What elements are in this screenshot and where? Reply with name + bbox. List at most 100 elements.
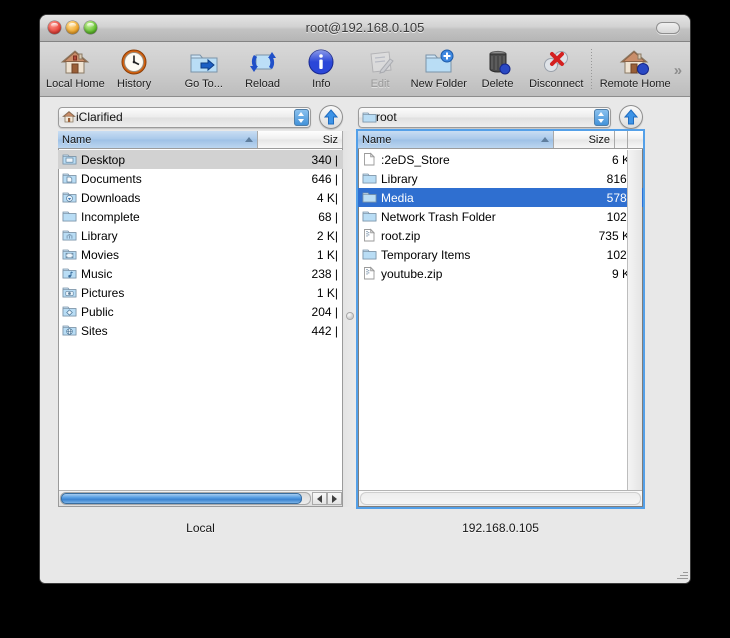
toolbar-info-button[interactable]: Info [292,45,351,90]
table-row[interactable]: Sites 442 | [58,321,343,340]
file-name-cell: Incomplete [58,209,262,224]
file-size-label: 68 | [318,209,338,224]
scrollbar-thumb[interactable] [61,493,302,504]
home-icon [62,110,76,124]
local-path-stepper[interactable] [294,108,309,126]
column-header-size[interactable]: Siz [258,131,343,148]
table-row[interactable]: Public 204 | [58,302,343,321]
file-name-label: Temporary Items [381,247,471,262]
file-name-cell: Library [58,228,262,243]
remote-path-popup[interactable]: root [358,106,611,128]
file-name-cell: Media [358,190,558,205]
edit-icon [365,47,395,77]
column-header-extra-1[interactable] [615,131,628,148]
file-icon [362,152,377,167]
scroll-right-button[interactable] [327,492,342,505]
scroll-left-button[interactable] [312,492,327,505]
info-icon [307,47,335,77]
table-row[interactable]: Temporary Items 102 B [358,245,643,264]
table-row[interactable]: Documents 646 | [58,169,343,188]
toolbar-edit-button[interactable]: Edit [351,45,410,90]
remote-horizontal-scrollbar[interactable] [359,490,642,506]
folder-icon [62,209,77,224]
local-pane: iClarified Name Siz Desktop 340 | Docume… [58,97,343,535]
table-row[interactable]: Incomplete 68 | [58,207,343,226]
toolbar-item-label: Local Home [46,78,105,90]
file-name-cell: Temporary Items [358,247,558,262]
remote-vertical-scrollbar[interactable] [627,150,642,491]
table-row[interactable]: Library 2 K| [58,226,343,245]
remote-home-icon [619,47,651,77]
remote-path-label: root [376,110,397,124]
remote-path-row: root [358,97,643,131]
toolbar-item-label: Info [312,78,331,90]
table-row[interactable]: Movies 1 K| [58,245,343,264]
toolbar-local-home-button[interactable]: Local Home [46,45,105,90]
toolbar-disconnect-button[interactable]: Disconnect [527,45,586,90]
home-icon [60,47,90,77]
remote-pane: root Name Size:2eDS_Store 6 KB Library … [358,97,643,535]
toolbar-item-label: Remote Home [599,78,671,90]
local-path-popup[interactable]: iClarified [58,106,311,128]
table-row[interactable]: Pictures 1 K| [58,283,343,302]
toolbar-item-label: New Folder [410,78,467,90]
file-name-label: Movies [81,247,120,262]
file-size-label: 340 | [311,152,338,167]
folder-movies-icon [62,247,77,262]
goto-folder-icon [188,47,220,77]
toolbar-reload-button[interactable]: Reload [233,45,292,90]
folder-desktop-icon [62,152,77,167]
clock-icon [120,47,148,77]
toolbar-toggle-button[interactable] [656,22,680,34]
column-header-size[interactable]: Size [554,131,615,148]
file-transfer-window: root@192.168.0.105 Local Home History Go… [40,15,690,583]
folder-icon [362,190,377,205]
table-row[interactable]: Music 238 | [58,264,343,283]
zip-file-icon [362,266,377,281]
toolbar-separator [590,49,592,90]
folder-library-icon [62,228,77,243]
file-name-label: :2eDS_Store [381,152,450,167]
local-horizontal-scrollbar[interactable] [59,490,342,506]
scrollbar-track[interactable] [60,492,311,505]
toolbar-item-label: Edit [370,78,390,90]
table-row[interactable]: Network Trash Folder 102 B [358,207,643,226]
toolbar-history-button[interactable]: History [105,45,164,90]
toolbar-remote-home-button[interactable]: Remote Home [597,45,674,90]
local-up-button[interactable] [319,105,343,129]
table-row[interactable]: root.zip 735 KB [358,226,643,245]
local-rows: Desktop 340 | Documents 646 | Downloads 4 K| I… [58,150,343,507]
folder-icon [362,171,377,186]
table-row[interactable]: youtube.zip 9 KB [358,264,643,283]
table-row[interactable]: Media 578 B [358,188,643,207]
column-header-name[interactable]: Name [58,131,258,148]
pane-splitter[interactable] [343,131,357,507]
resize-grip[interactable] [674,567,688,581]
local-file-list[interactable]: Name Siz Desktop 340 | Documents 646 | Downl… [58,131,343,507]
toolbar-new-folder-button[interactable]: New Folder [409,45,468,90]
column-header-extra-2[interactable] [628,131,643,148]
toolbar-overflow-button[interactable]: » [674,62,684,79]
table-row[interactable]: Library 816 B [358,169,643,188]
remote-path-stepper[interactable] [594,108,609,126]
table-row[interactable]: Desktop 340 | [58,150,343,169]
file-name-label: Library [81,228,118,243]
table-row[interactable]: Downloads 4 K| [58,188,343,207]
file-name-cell: Pictures [58,285,262,300]
toolbar-goto-button[interactable]: Go To... [174,45,233,90]
remote-file-list[interactable]: Name Size :2eDS_Store 6 KB Library 816 B Med… [358,131,643,507]
column-header-name[interactable]: Name [358,131,554,148]
file-name-label: Library [381,171,418,186]
window-content: iClarified Name Siz Desktop 340 | Docume… [40,97,690,583]
splitter-handle[interactable] [347,313,353,319]
file-name-label: Media [381,190,414,205]
table-row[interactable]: :2eDS_Store 6 KB [358,150,643,169]
file-name-cell: Music [58,266,262,281]
zip-file-icon [362,228,377,243]
local-pane-label: Local [186,521,215,535]
remote-up-button[interactable] [619,105,643,129]
file-name-cell: Public [58,304,262,319]
folder-public-icon [62,304,77,319]
toolbar-delete-button[interactable]: Delete [468,45,527,90]
scrollbar-track[interactable] [360,492,641,505]
